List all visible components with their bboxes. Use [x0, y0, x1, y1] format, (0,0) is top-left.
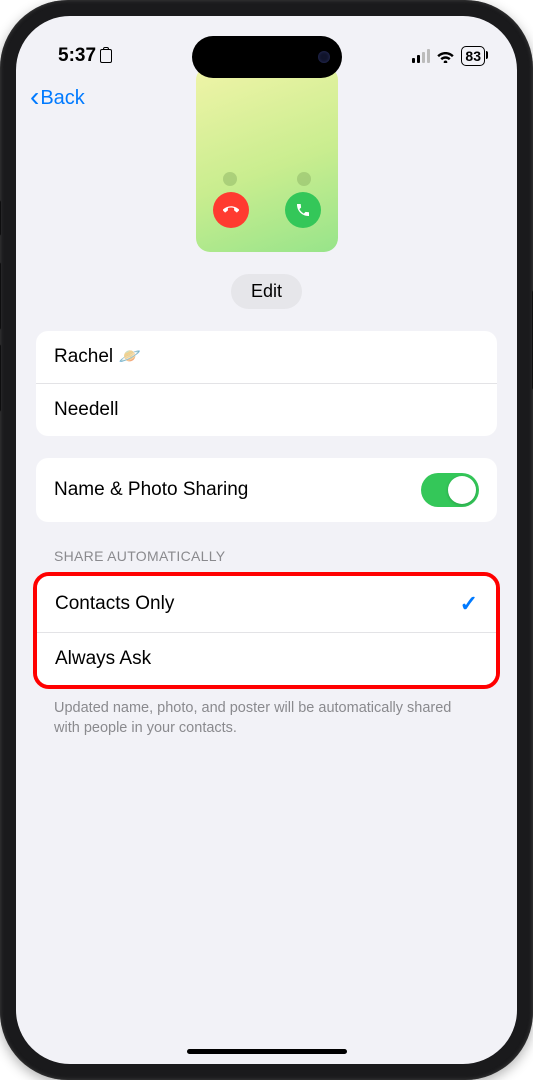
share-automatically-callout: Contacts Only ✓ Always Ask	[33, 572, 500, 689]
call-buttons-row	[213, 192, 321, 228]
preview-indicators	[223, 172, 311, 186]
share-options-group: Contacts Only ✓ Always Ask	[37, 576, 496, 685]
status-right: 83	[412, 46, 485, 66]
lock-orientation-icon	[100, 49, 112, 63]
name-photo-sharing-row: Name & Photo Sharing	[36, 458, 497, 522]
front-camera-icon	[318, 51, 330, 63]
name-fields-group: Rachel 🪐 Needell	[36, 331, 497, 436]
cell-signal-icon	[412, 49, 430, 63]
phone-frame: 5:37 83 ‹ Back	[0, 0, 533, 1080]
wifi-icon	[436, 49, 455, 63]
battery-percent: 83	[465, 48, 481, 64]
option-label: Always Ask	[55, 648, 151, 670]
accept-call-icon	[285, 192, 321, 228]
volume-down-button	[0, 344, 1, 412]
sharing-toggle-group: Name & Photo Sharing	[36, 458, 497, 522]
share-footer-text: Updated name, photo, and poster will be …	[36, 689, 497, 738]
status-left: 5:37	[58, 45, 112, 67]
side-button	[0, 200, 1, 236]
clock-time: 5:37	[58, 45, 96, 67]
first-name-value: Rachel	[54, 346, 113, 367]
option-contacts-only[interactable]: Contacts Only ✓	[37, 576, 496, 632]
checkmark-icon: ✓	[460, 591, 478, 617]
edit-label: Edit	[251, 281, 282, 301]
content-area: Rachel 🪐 Needell Name & Photo Sharing SH…	[16, 331, 517, 738]
home-indicator[interactable]	[187, 1049, 347, 1054]
decline-call-icon	[213, 192, 249, 228]
volume-up-button	[0, 262, 1, 330]
sharing-toggle[interactable]	[421, 473, 479, 507]
chevron-left-icon: ‹	[30, 83, 39, 111]
first-name-field[interactable]: Rachel 🪐	[36, 331, 497, 383]
last-name-value: Needell	[54, 399, 118, 421]
share-auto-header: SHARE AUTOMATICALLY	[36, 522, 497, 572]
sharing-label: Name & Photo Sharing	[54, 479, 248, 501]
screen: 5:37 83 ‹ Back	[16, 16, 517, 1064]
edit-button[interactable]: Edit	[231, 274, 302, 309]
contact-poster-preview[interactable]	[196, 66, 338, 252]
dynamic-island	[192, 36, 342, 78]
battery-indicator: 83	[461, 46, 485, 66]
name-emoji: 🪐	[118, 346, 140, 366]
back-label: Back	[40, 87, 84, 110]
last-name-field[interactable]: Needell	[36, 383, 497, 436]
option-always-ask[interactable]: Always Ask	[37, 632, 496, 685]
option-label: Contacts Only	[55, 593, 174, 615]
back-button[interactable]: ‹ Back	[30, 84, 85, 112]
